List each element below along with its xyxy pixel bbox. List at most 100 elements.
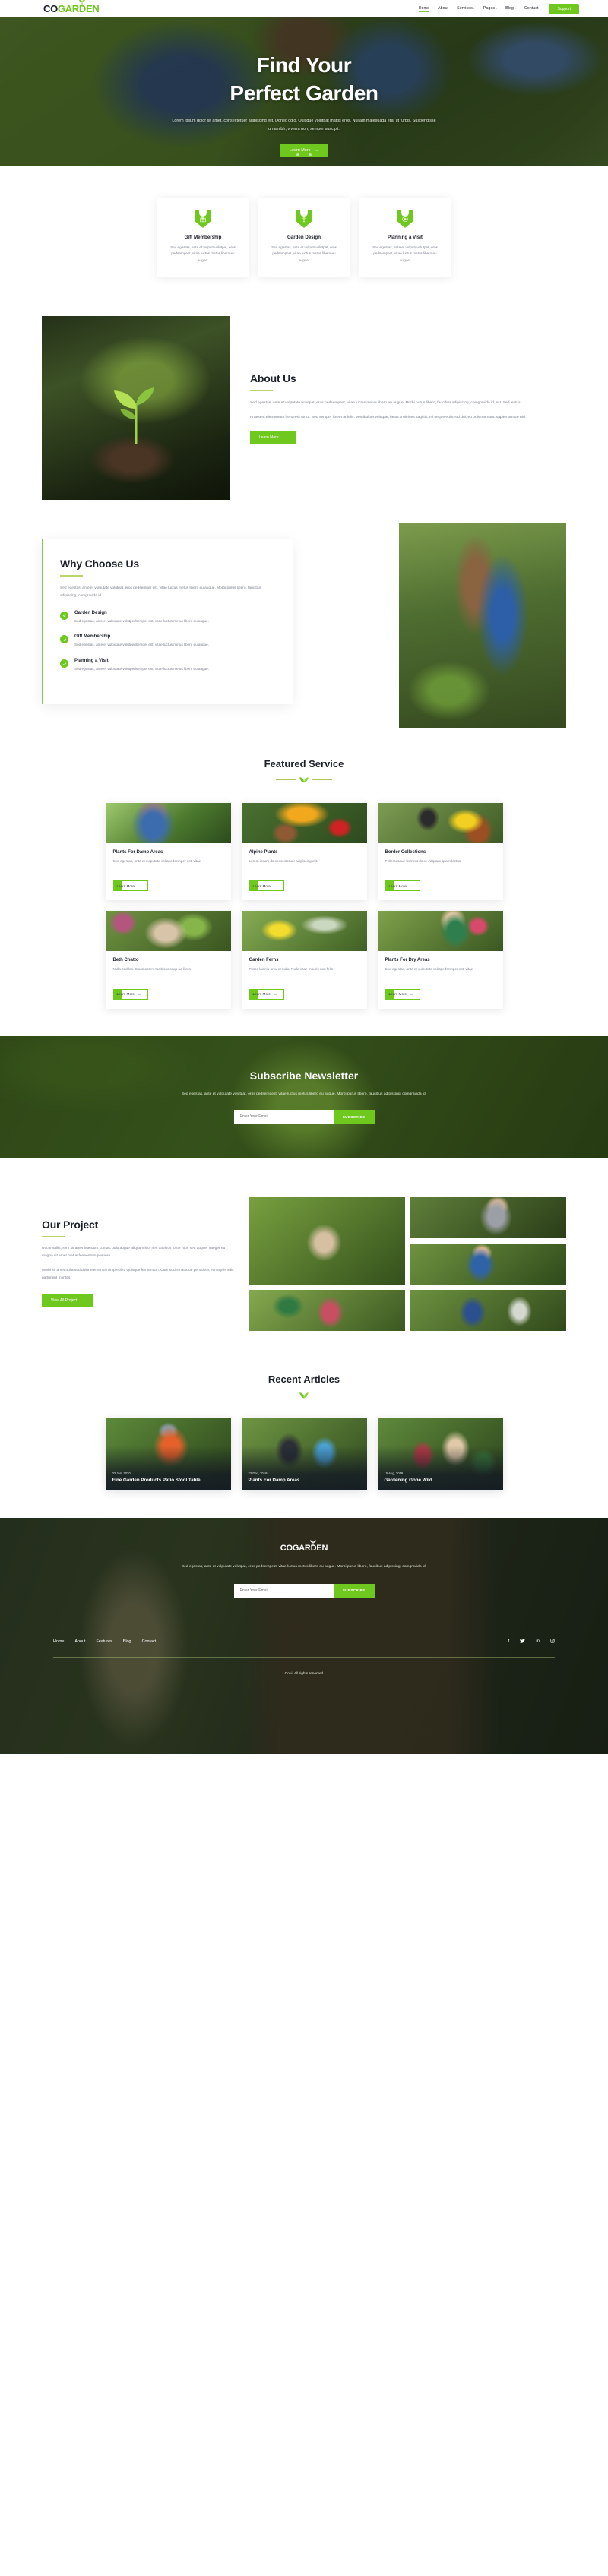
article-card[interactable]: 22 Dec, 2019 Plants For Damp Areas (241, 1418, 367, 1490)
newsletter-title: Subscribe Newsletter (249, 1070, 359, 1083)
footer-top: CO GARDEN Sed egestas, ante et vulputate… (0, 1518, 608, 1598)
project-title: Our Project (42, 1218, 99, 1231)
logo-text-co: CO (43, 3, 58, 14)
footer-nav-features[interactable]: Features (96, 1639, 112, 1644)
support-button[interactable]: Support (549, 3, 579, 14)
service-learn-more-button[interactable]: Learn More → (385, 880, 420, 892)
footer-logo-co: CO (280, 1543, 293, 1553)
hero-banner: Find Your Perfect Garden Lorem ipsum dol… (0, 17, 608, 166)
nav-item-home[interactable]: Home (418, 6, 430, 12)
instagram-icon[interactable] (550, 1639, 555, 1645)
divider-line-left (276, 779, 296, 780)
about-learn-more-button[interactable]: Learn More → (250, 430, 296, 444)
calendar-shield-icon (397, 210, 413, 228)
article-card-grid: 02 Jan, 2020 Fine Garden Products Patio … (0, 1399, 608, 1518)
plant-shield-icon (296, 210, 312, 228)
slider-dot-2[interactable] (302, 153, 306, 156)
service-cta-label: Learn More (252, 992, 271, 997)
service-text: Nulla sed leo. Class aptent taciti socio… (112, 967, 191, 972)
nav-item-services[interactable]: Services▾ (457, 6, 475, 12)
leaf-sprout-icon (309, 1540, 316, 1546)
view-all-project-button[interactable]: View All Project → (42, 1293, 94, 1307)
project-image-4[interactable] (249, 1289, 405, 1331)
project-image-2[interactable] (410, 1196, 566, 1238)
about-title: About Us (250, 372, 296, 385)
project-image-1[interactable] (249, 1196, 405, 1285)
footer-divider (53, 1656, 555, 1658)
article-card[interactable]: 02 Jan, 2020 Fine Garden Products Patio … (105, 1418, 231, 1490)
service-card-grid: Plants For Damp Areas Sed egestas, ante … (0, 783, 608, 1036)
service-cta-label: Learn More (388, 992, 407, 997)
feature-card[interactable]: Planning a Visit Sed egestas, ante et vu… (359, 198, 451, 277)
articles-title: Recent Articles (268, 1373, 340, 1385)
article-date: 22 Dec, 2019 (248, 1471, 268, 1475)
feature-title: Gift Membership (184, 235, 222, 240)
project-image-5[interactable] (410, 1289, 566, 1331)
arrow-right-icon: → (410, 992, 413, 997)
section-divider (0, 1392, 608, 1399)
service-cta-label: Learn More (116, 992, 135, 997)
nav-item-about[interactable]: About (438, 6, 448, 12)
service-card[interactable]: Plants For Dry Areas Sed egestas, ante e… (377, 911, 503, 1009)
article-title: Plants For Damp Areas (248, 1477, 300, 1483)
service-learn-more-button[interactable]: Learn More → (385, 988, 420, 1000)
footer-nav-home[interactable]: Home (53, 1639, 64, 1644)
newsletter-email-input[interactable] (233, 1110, 334, 1124)
section-divider (0, 776, 608, 783)
check-circle-icon (60, 611, 68, 620)
article-date: 15 Aug, 2019 (384, 1471, 404, 1475)
why-item: Gift Membership Sed egestas, ante et vul… (60, 634, 276, 649)
service-learn-more-button[interactable]: Learn More → (112, 988, 148, 1000)
footer-nav-about[interactable]: About (74, 1639, 85, 1644)
slider-dot-3[interactable] (309, 153, 312, 156)
linkedin-icon[interactable]: in (536, 1639, 540, 1644)
hero-title-line1: Find Your (256, 53, 352, 77)
feature-text: Sed egestas, ante et vulputavolutpat, er… (271, 245, 337, 262)
about-cta-label: Learn More (259, 435, 279, 440)
service-learn-more-button[interactable]: Learn More → (112, 880, 148, 892)
why-item-title: Planning a Visit (74, 659, 109, 664)
service-card[interactable]: Alpine Plants Lorem ipsum do consectetue… (241, 802, 367, 901)
nav-item-contact[interactable]: Contact (524, 6, 539, 12)
service-image (105, 802, 231, 843)
page-root: CO GARDEN Home About Services▾ Pages▾ Bl… (0, 0, 608, 1754)
about-image (42, 316, 230, 501)
project-gallery (249, 1196, 566, 1331)
hero-title-line2: Perfect Garden (230, 81, 378, 105)
article-card[interactable]: 15 Aug, 2019 Gardening Gone Wild (377, 1418, 503, 1490)
slider-dot-1[interactable] (296, 153, 299, 156)
service-card[interactable]: Beth Chatto Nulla sed leo. Class aptent … (105, 911, 231, 1009)
feature-card[interactable]: Garden Design Sed egestas, ante et vulpu… (258, 198, 350, 277)
check-circle-icon (60, 635, 68, 644)
project-image-3[interactable] (410, 1243, 566, 1285)
service-learn-more-button[interactable]: Learn More → (249, 988, 284, 1000)
project-cta-label: View All Project (51, 1297, 78, 1303)
service-learn-more-button[interactable]: Learn More → (249, 880, 284, 892)
feature-card-row: Gift Membership Sed egestas, ante et vul… (0, 198, 608, 277)
service-cta-label: Learn More (116, 883, 135, 888)
footer-bar: Home About Features Blog Contact f in (0, 1638, 608, 1645)
arrow-right-icon: → (314, 148, 318, 153)
site-logo[interactable]: CO GARDEN (43, 0, 100, 14)
nav-item-blog[interactable]: Blog▾ (505, 6, 516, 12)
our-project-section: Our Project Ut convallis, sem sit amet i… (0, 1158, 608, 1361)
service-card[interactable]: Plants For Damp Areas Sed egestas, ante … (105, 802, 231, 901)
service-card[interactable]: Border Collections Pellentesque ferment … (377, 802, 503, 901)
footer-subscribe-button[interactable]: SUBSCRIBE (333, 1583, 375, 1598)
twitter-icon[interactable] (520, 1638, 526, 1645)
footer-nav-blog[interactable]: Blog (123, 1639, 131, 1644)
why-item: Planning a Visit Sed egestas, ante et vu… (60, 659, 276, 673)
service-card[interactable]: Garden Ferns Fusce lacinia arcu et nulla… (241, 911, 367, 1009)
article-title: Fine Garden Products Patio Stool Table (112, 1477, 201, 1483)
feature-cards-section: Gift Membership Sed egestas, ante et vul… (0, 166, 608, 300)
about-section: About Us Sed egestas, ante et vulputate … (0, 299, 608, 530)
hero-cta-label: Learn More (290, 148, 311, 153)
nav-item-pages[interactable]: Pages▾ (483, 6, 497, 12)
about-paragraph-1: Sed egestas, ante et vulputate volutpat,… (250, 400, 521, 405)
feature-card[interactable]: Gift Membership Sed egestas, ante et vul… (157, 198, 249, 277)
facebook-icon[interactable]: f (508, 1639, 510, 1644)
newsletter-subscribe-button[interactable]: SUBSCRIBE (333, 1110, 375, 1124)
footer-nav-contact[interactable]: Contact (142, 1639, 157, 1644)
footer-email-input[interactable] (233, 1583, 334, 1598)
footer-logo[interactable]: CO GARDEN (280, 1540, 328, 1553)
